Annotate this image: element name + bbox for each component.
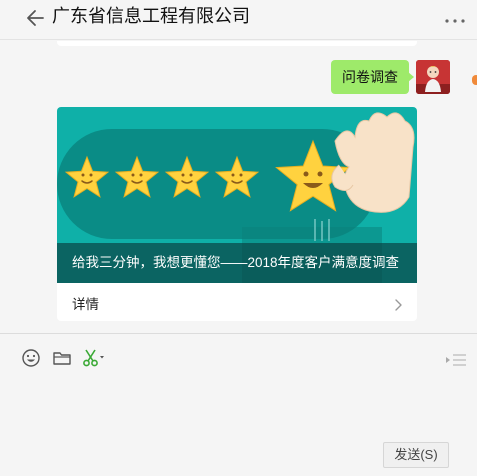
- previous-message-card: [57, 41, 417, 46]
- link-card[interactable]: 给我三分钟，我想更懂您——2018年度客户满意度调查 详情: [57, 107, 417, 321]
- message-list[interactable]: 问卷调查 给我三分钟，我想更懂您——2018年度客户满意度调查 详情: [0, 41, 477, 333]
- scissors-icon[interactable]: [82, 348, 106, 368]
- bubble-tail: [408, 72, 414, 82]
- status-dot: [472, 75, 477, 85]
- card-caption: 给我三分钟，我想更懂您——2018年度客户满意度调查: [72, 255, 400, 270]
- chat-title: 广东省信息工程有限公司: [52, 6, 250, 26]
- emoji-icon[interactable]: [21, 348, 41, 368]
- caption-bar: 给我三分钟，我想更懂您——2018年度客户满意度调查: [57, 243, 417, 283]
- history-icon[interactable]: [445, 352, 467, 368]
- chevron-right-icon: [395, 299, 402, 311]
- outgoing-message-bubble[interactable]: 问卷调查: [331, 60, 409, 94]
- avatar-image: [416, 60, 450, 94]
- input-area[interactable]: 发送(S): [0, 333, 477, 476]
- card-detail-label[interactable]: 详情: [72, 296, 99, 314]
- send-button[interactable]: 发送(S): [383, 442, 449, 468]
- avatar[interactable]: [416, 60, 450, 94]
- back-arrow-icon[interactable]: [26, 8, 46, 28]
- chat-header: 广东省信息工程有限公司: [0, 0, 477, 40]
- more-dots-icon[interactable]: [444, 18, 466, 24]
- folder-icon[interactable]: [52, 348, 72, 368]
